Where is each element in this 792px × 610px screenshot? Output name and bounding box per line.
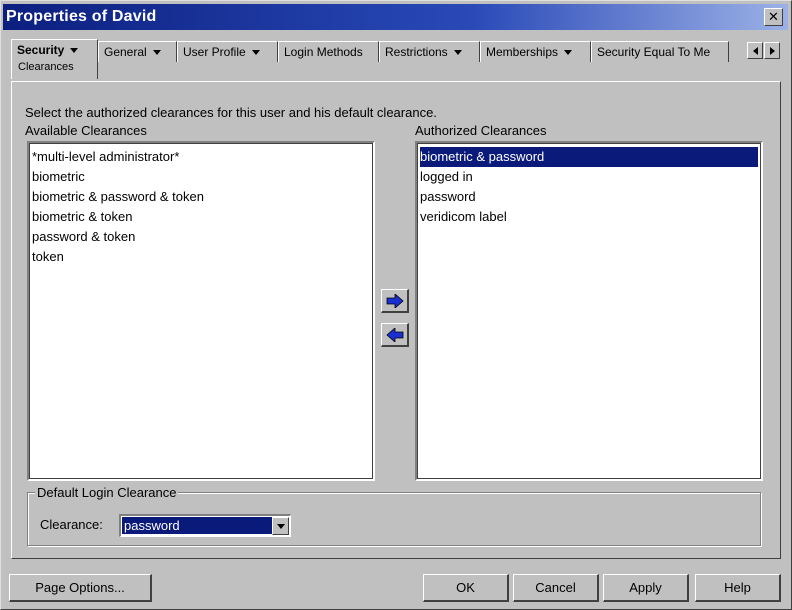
instruction-text: Select the authorized clearances for thi… [25, 105, 437, 120]
list-item[interactable]: biometric & password & token [32, 187, 370, 207]
list-item[interactable]: password [420, 187, 758, 207]
help-label: Help [724, 580, 751, 595]
tab-security-equal-to-me[interactable]: Security Equal To Me [591, 41, 729, 62]
page-options-label: Page Options... [35, 580, 125, 595]
tab-login-methods[interactable]: Login Methods [278, 41, 379, 62]
arrow-left-icon [752, 46, 758, 55]
list-item-selected[interactable]: biometric & password [420, 147, 758, 167]
window-title: Properties of David [6, 8, 157, 25]
close-button[interactable]: ✕ [764, 8, 783, 26]
clearance-label: Clearance: [40, 517, 103, 532]
title-bar[interactable]: Properties of David ✕ [3, 4, 788, 30]
add-clearance-button[interactable] [381, 289, 409, 313]
properties-window: Properties of David ✕ Security Clearance… [0, 0, 792, 610]
chevron-down-icon[interactable] [152, 49, 161, 55]
tab-login-methods-label: Login Methods [284, 45, 363, 59]
tab-user-profile-label: User Profile [183, 45, 246, 59]
arrow-left-icon [385, 327, 403, 342]
cancel-button[interactable]: Cancel [513, 574, 599, 602]
tab-security-equal-to-me-label: Security Equal To Me [597, 45, 711, 59]
apply-button[interactable]: Apply [603, 574, 689, 602]
help-button[interactable]: Help [695, 574, 781, 602]
authorized-clearances-list[interactable]: biometric & password logged in password … [415, 141, 763, 481]
list-item[interactable]: password & token [32, 227, 370, 247]
tab-scroll-right-button[interactable] [764, 42, 780, 59]
tab-restrictions[interactable]: Restrictions [379, 41, 480, 62]
ok-label: OK [456, 580, 475, 595]
chevron-down-icon [276, 523, 285, 529]
tab-security-label: Security [17, 43, 65, 57]
tab-general-label: General [104, 45, 147, 59]
tab-strip: Security Clearances General User Profile… [11, 39, 791, 79]
clearance-dropdown-button[interactable] [272, 517, 289, 535]
page-options-button[interactable]: Page Options... [9, 574, 152, 602]
tab-memberships-label: Memberships [486, 45, 559, 59]
arrow-right-icon [769, 46, 775, 55]
tab-restrictions-label: Restrictions [385, 45, 448, 59]
tab-user-profile[interactable]: User Profile [177, 41, 278, 62]
arrow-right-icon [386, 293, 404, 308]
authorized-clearances-label: Authorized Clearances [415, 123, 547, 138]
list-item[interactable]: token [32, 247, 370, 267]
list-item[interactable]: veridicom label [420, 207, 758, 227]
close-icon: ✕ [768, 9, 779, 24]
clearance-dropdown[interactable]: password [119, 514, 291, 537]
chevron-down-icon[interactable] [251, 49, 260, 55]
chevron-down-icon[interactable] [70, 47, 79, 53]
chevron-down-icon[interactable] [453, 49, 462, 55]
tab-general[interactable]: General [98, 41, 177, 62]
list-item[interactable]: biometric [32, 167, 370, 187]
tab-security[interactable]: Security Clearances [11, 39, 98, 79]
chevron-down-icon[interactable] [564, 49, 573, 55]
apply-label: Apply [629, 580, 662, 595]
tab-scroll-left-button[interactable] [747, 42, 763, 59]
available-clearances-list[interactable]: *multi-level administrator* biometric bi… [27, 141, 375, 481]
clearance-dropdown-value[interactable]: password [122, 517, 272, 534]
available-clearances-label: Available Clearances [25, 123, 147, 138]
list-item[interactable]: biometric & token [32, 207, 370, 227]
default-login-clearance-legend: Default Login Clearance [35, 485, 179, 500]
remove-clearance-button[interactable] [381, 323, 409, 347]
list-item[interactable]: logged in [420, 167, 758, 187]
list-item[interactable]: *multi-level administrator* [32, 147, 370, 167]
cancel-label: Cancel [535, 580, 576, 595]
tab-memberships[interactable]: Memberships [480, 41, 591, 62]
tab-security-subpage-clearances[interactable]: Clearances [18, 61, 74, 73]
ok-button[interactable]: OK [423, 574, 509, 602]
